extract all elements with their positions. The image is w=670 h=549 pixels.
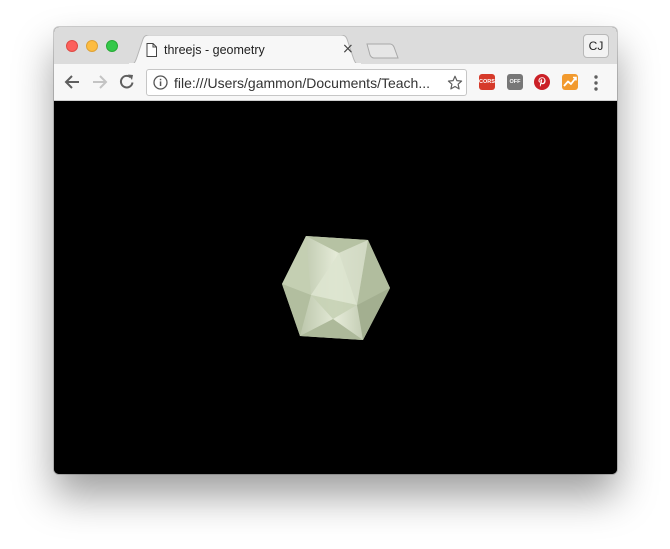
forward-arrow-icon[interactable] [91,73,109,91]
profile-button[interactable]: CJ [583,34,609,58]
chart-extension-icon[interactable] [562,74,578,90]
tab-close-icon[interactable]: × [342,42,354,56]
toolbar: file:///Users/gammon/Documents/Teach... … [54,64,617,101]
pinterest-icon[interactable] [534,74,550,90]
off-extension-icon[interactable]: OFF [507,74,523,90]
reload-icon[interactable] [118,73,136,91]
cors-extension-icon[interactable]: CORS [479,74,495,90]
zoom-window-button[interactable] [106,40,118,52]
info-icon[interactable] [153,75,168,90]
url-text[interactable]: file:///Users/gammon/Documents/Teach... [174,75,430,91]
icosahedron-mesh [282,236,390,340]
minimize-window-button[interactable] [86,40,98,52]
tab-threejs-geometry[interactable]: threejs - geometry × [128,35,362,65]
more-menu-icon[interactable] [593,74,599,92]
close-window-button[interactable] [66,40,78,52]
bookmark-star-icon[interactable] [447,75,463,91]
back-arrow-icon[interactable] [63,73,81,91]
address-bar[interactable]: file:///Users/gammon/Documents/Teach... [146,69,467,96]
new-tab-button[interactable] [365,43,399,59]
browser-window: threejs - geometry × CJ file:///Users/ga… [54,27,617,474]
tab-title: threejs - geometry [164,43,265,57]
webgl-canvas[interactable] [54,101,617,474]
page-icon [146,43,157,57]
tab-strip: threejs - geometry × CJ [54,27,617,65]
